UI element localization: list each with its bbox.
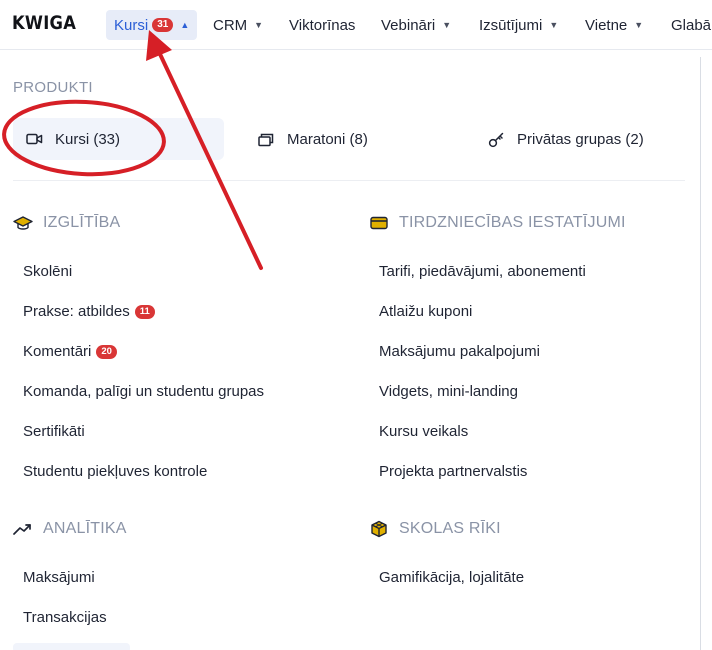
nav-item-label: Vietne bbox=[585, 16, 628, 34]
graduation-cap-icon bbox=[13, 214, 33, 232]
menu-link-piekluves-kontrole[interactable]: Studentu piekļuves kontrole bbox=[23, 463, 207, 480]
video-camera-icon bbox=[25, 130, 43, 148]
group-heading-analytics: ANALĪTIKA bbox=[13, 520, 127, 538]
top-navigation-bar: KWIGA Kursi 31 ▲ CRM ▼ Viktorīnas Vebinā… bbox=[0, 0, 712, 50]
chevron-down-icon: ▼ bbox=[549, 20, 559, 30]
notification-badge: 20 bbox=[96, 344, 117, 359]
menu-link-label: Maksājumi bbox=[23, 569, 95, 586]
cards-stack-icon bbox=[257, 130, 275, 148]
chevron-down-icon: ▼ bbox=[254, 20, 264, 30]
menu-link-tarifi[interactable]: Tarifi, piedāvājumi, abonementi bbox=[379, 263, 586, 280]
cube-icon bbox=[369, 520, 389, 538]
menu-link-label: Maksājumu pakalpojumi bbox=[379, 343, 540, 360]
product-tab-privatas-grupas[interactable]: Privātas grupas (2) bbox=[487, 118, 644, 160]
menu-link-label: Vidgets, mini-landing bbox=[379, 383, 518, 400]
menu-link-transakcijas[interactable]: Transakcijas bbox=[23, 609, 107, 626]
nav-item-label: Viktorīnas bbox=[289, 16, 356, 34]
section-divider bbox=[13, 180, 685, 181]
menu-link-skoleni[interactable]: Skolēni bbox=[23, 263, 72, 280]
brand-logo[interactable]: KWIGA bbox=[12, 12, 76, 34]
menu-link-label: Gamifikācija, lojalitāte bbox=[379, 569, 525, 586]
menu-link-sertifikati[interactable]: Sertifikāti bbox=[23, 423, 85, 440]
group-title: ANALĪTIKA bbox=[43, 520, 127, 537]
menu-link-label: Komanda, palīgi un studentu grupas bbox=[23, 383, 265, 400]
menu-link-label: Transakcijas bbox=[23, 609, 107, 626]
nav-item-label: Izsūtījumi bbox=[479, 16, 543, 34]
key-icon bbox=[487, 130, 505, 148]
menu-link-gamifikacija[interactable]: Gamifikācija, lojalitāte bbox=[379, 569, 524, 586]
menu-link-kursu-veikals[interactable]: Kursu veikals bbox=[379, 423, 468, 440]
nav-item-label: Vebināri bbox=[381, 16, 436, 34]
menu-link-label: Sertifikāti bbox=[23, 423, 85, 440]
nav-item-label: CRM bbox=[213, 16, 248, 34]
nav-item-label: Kursi bbox=[114, 16, 149, 34]
menu-link-label: Komentāri bbox=[23, 343, 92, 360]
menu-link-maksajumu-pakalpojumi[interactable]: Maksājumu pakalpojumi bbox=[379, 343, 540, 360]
chevron-down-icon: ▼ bbox=[634, 20, 644, 30]
menu-link-label: Studentu piekļuves kontrole bbox=[23, 463, 208, 480]
group-heading-education: IZGLĪTĪBA bbox=[13, 214, 120, 232]
nav-item-label: Glabā bbox=[671, 16, 712, 34]
product-tab-kursi[interactable]: Kursi (33) bbox=[13, 118, 224, 160]
menu-link-vidgets[interactable]: Vidgets, mini-landing bbox=[379, 383, 518, 400]
menu-link-label: Atlaižu kuponi bbox=[379, 303, 473, 320]
chevron-up-icon: ▲ bbox=[180, 20, 190, 30]
chevron-down-icon: ▼ bbox=[442, 20, 452, 30]
menu-link-label: Projekta partnervalstis bbox=[379, 463, 528, 480]
product-tab-label: Privātas grupas (2) bbox=[517, 130, 644, 148]
menu-link-prakse-atbildes[interactable]: Prakse: atbildes 11 bbox=[23, 303, 155, 320]
products-section-label: PRODUKTI bbox=[13, 79, 93, 96]
notification-badge: 31 bbox=[152, 18, 174, 32]
product-tab-maratoni[interactable]: Maratoni (8) bbox=[257, 118, 368, 160]
product-tab-label: Maratoni (8) bbox=[287, 130, 368, 148]
nav-item-kursi[interactable]: Kursi 31 ▲ bbox=[106, 10, 198, 40]
menu-link-atlaizu-kuponi[interactable]: Atlaižu kuponi bbox=[379, 303, 472, 320]
nav-item-crm[interactable]: CRM ▼ bbox=[213, 10, 263, 40]
group-heading-school-tools: SKOLAS RĪKI bbox=[369, 520, 501, 538]
menu-link-label: Skolēni bbox=[23, 263, 73, 280]
nav-item-izsutijumi[interactable]: Izsūtījumi ▼ bbox=[479, 10, 558, 40]
menu-link-label: Tarifi, piedāvājumi, abonementi bbox=[379, 263, 586, 280]
credit-card-icon bbox=[369, 214, 389, 232]
nav-item-viktorinas[interactable]: Viktorīnas bbox=[289, 10, 355, 40]
nav-item-vebinari[interactable]: Vebināri ▼ bbox=[381, 10, 451, 40]
group-title: SKOLAS RĪKI bbox=[399, 520, 501, 537]
group-title: TIRDZNIECĪBAS IESTATĪJUMI bbox=[399, 214, 626, 231]
next-menu-link-hover[interactable] bbox=[13, 643, 130, 650]
notification-badge: 11 bbox=[134, 304, 155, 319]
menu-link-komanda[interactable]: Komanda, palīgi un studentu grupas bbox=[23, 383, 264, 400]
panel-border bbox=[700, 57, 701, 650]
menu-link-label: Kursu veikals bbox=[379, 423, 469, 440]
product-tab-label: Kursi (33) bbox=[55, 130, 121, 148]
group-title: IZGLĪTĪBA bbox=[43, 214, 121, 231]
nav-item-glaba[interactable]: Glabā bbox=[671, 10, 712, 40]
menu-link-label: Prakse: atbildes bbox=[23, 303, 130, 320]
trend-up-icon bbox=[13, 520, 33, 538]
menu-link-komentari[interactable]: Komentāri 20 bbox=[23, 343, 117, 360]
group-heading-sales-settings: TIRDZNIECĪBAS IESTATĪJUMI bbox=[369, 214, 626, 232]
nav-item-vietne[interactable]: Vietne ▼ bbox=[585, 10, 643, 40]
menu-link-partnervalstis[interactable]: Projekta partnervalstis bbox=[379, 463, 527, 480]
menu-link-maksajumi[interactable]: Maksājumi bbox=[23, 569, 95, 586]
